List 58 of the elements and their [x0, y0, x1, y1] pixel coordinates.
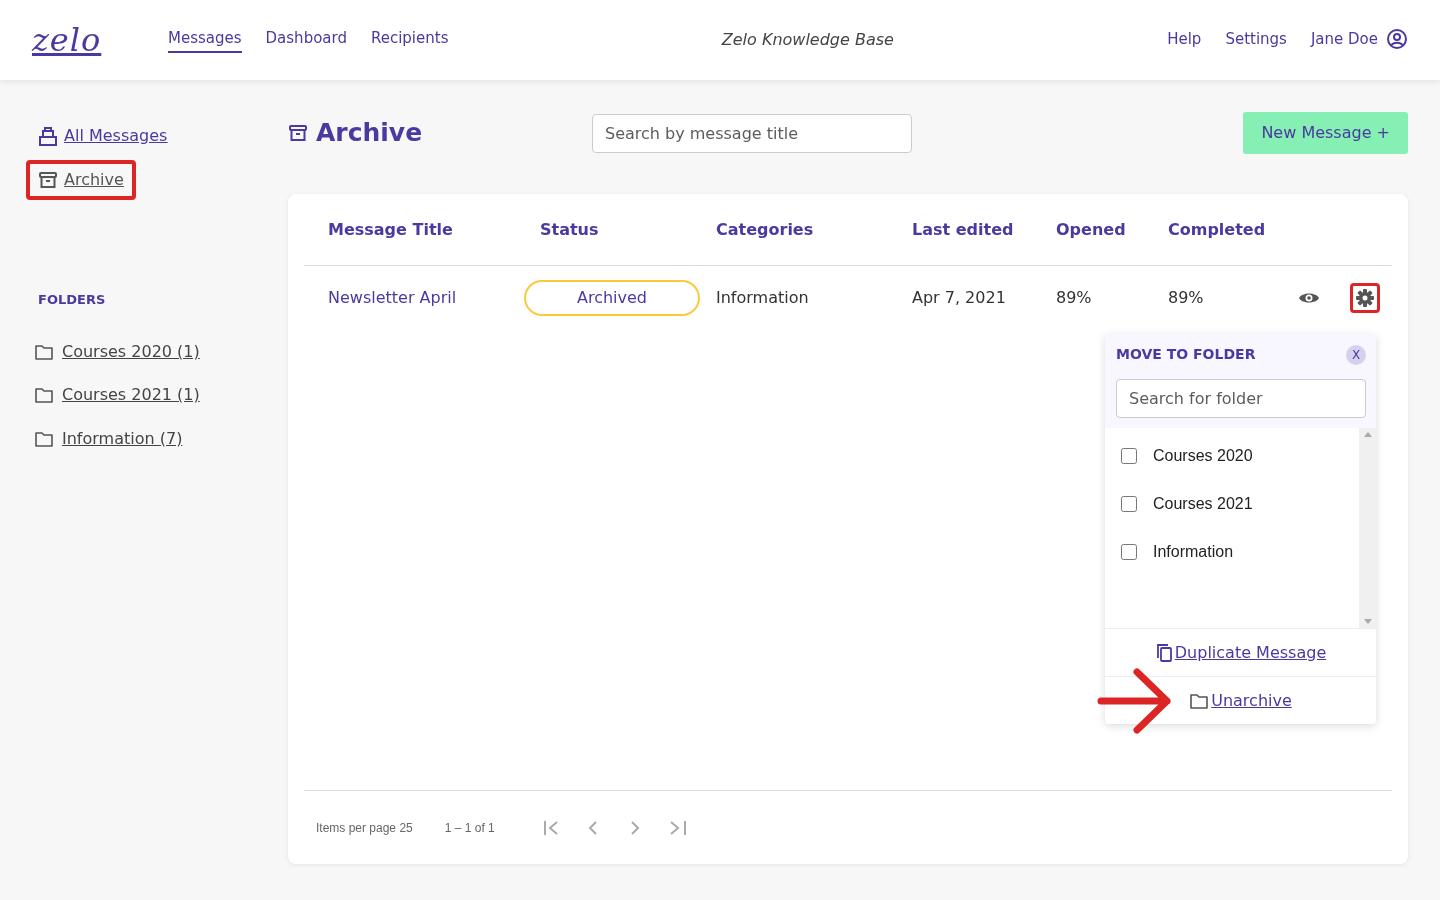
popup-title: MOVE TO FOLDER [1116, 345, 1256, 364]
nav-link[interactable]: Dashboard [265, 26, 347, 54]
scrollbar[interactable] [1359, 428, 1376, 628]
column-header: Message Title [328, 218, 454, 241]
close-button[interactable]: X [1346, 344, 1366, 365]
folder-icon [34, 386, 54, 404]
user-avatar-icon [1386, 28, 1408, 50]
sidebar-link[interactable]: Archive [26, 160, 136, 200]
column-header: Completed [1168, 218, 1267, 241]
table-cell: 89% [1168, 288, 1204, 307]
popup-action-link[interactable]: Unarchive [1189, 688, 1292, 713]
folder-search-field[interactable]: Search for folder [1116, 379, 1366, 418]
folder-icon [1189, 691, 1210, 710]
column-header: Opened [1056, 218, 1127, 241]
new-message-button[interactable]: New Message + [1243, 112, 1408, 154]
scroll-up-icon [1363, 432, 1372, 437]
settings-button[interactable] [1350, 283, 1380, 313]
option-label: Information [1153, 542, 1234, 562]
search-field[interactable]: Search by message title [592, 113, 912, 153]
nav-link[interactable]: Messages [168, 26, 242, 54]
archive-box-icon [38, 170, 58, 190]
status-pill: Archived [524, 280, 700, 316]
nav-link[interactable]: Settings [1225, 27, 1287, 53]
option-label: Courses 2020 [1153, 446, 1253, 466]
folder-link[interactable]: Information (7) [34, 426, 183, 451]
table-cell: Apr 7, 2021 [912, 288, 1006, 307]
copy-icon [1154, 642, 1173, 663]
sidebar-link[interactable]: All Messages [26, 116, 180, 156]
logo-wordmark[interactable]: zelo [32, 16, 104, 64]
table-cell: Information [716, 288, 809, 307]
folder-link[interactable]: Courses 2020 (1) [34, 339, 200, 364]
column-header: Categories [716, 218, 815, 241]
column-header: Status [540, 218, 600, 241]
folder-link[interactable]: Courses 2021 (1) [34, 383, 200, 407]
column-header: Last edited [912, 218, 1015, 241]
popup-action-link[interactable]: Duplicate Message [1154, 640, 1327, 665]
nav-link[interactable]: Help [1167, 27, 1202, 53]
checkbox[interactable] [1121, 496, 1137, 512]
folder-icon [34, 429, 54, 448]
pager-button[interactable] [668, 818, 687, 837]
message-title-link[interactable]: Newsletter April [328, 288, 457, 307]
option-label: Courses 2021 [1153, 494, 1253, 514]
items-per-page-label: Items per page 25 [316, 819, 413, 837]
checkbox[interactable] [1121, 544, 1137, 560]
archive-box-icon [288, 123, 308, 143]
nav-link[interactable]: Recipients [370, 26, 449, 54]
checkbox[interactable] [1121, 448, 1137, 464]
scroll-down-icon [1363, 619, 1372, 624]
page-range: 1 – 1 of 1 [444, 819, 495, 837]
table-cell: 89% [1056, 288, 1092, 307]
user-menu[interactable]: Jane Doe [1310, 27, 1408, 53]
section-heading: FOLDERS [38, 291, 107, 309]
site-title: Zelo Knowledge Base [721, 30, 894, 49]
settings-icon [1355, 288, 1375, 308]
last-page-icon [668, 818, 687, 837]
folder-icon [34, 342, 54, 361]
tray-icon [38, 125, 58, 147]
page-title: Archive [316, 118, 423, 148]
